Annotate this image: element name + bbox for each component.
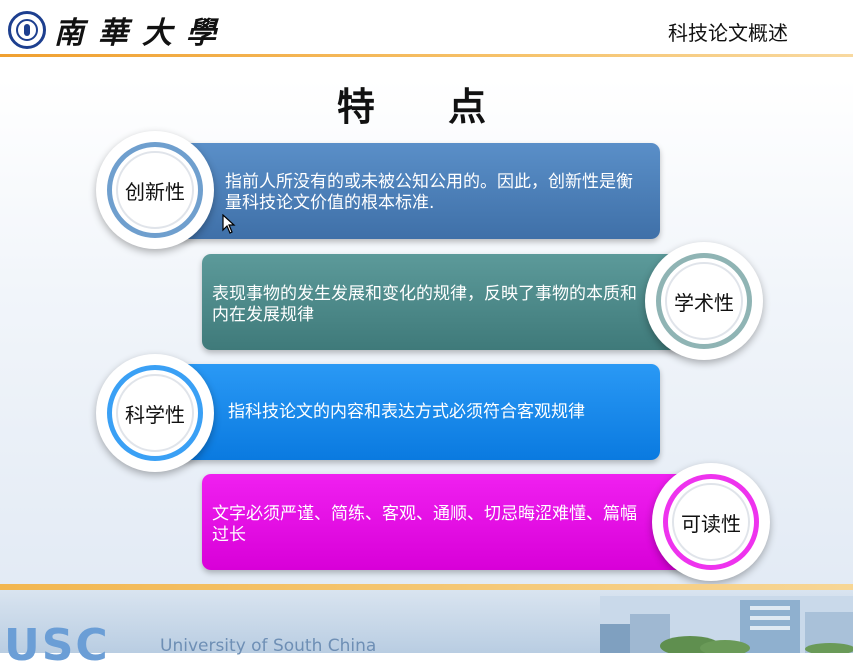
- feature-circle-innovation: 创新性: [96, 131, 214, 249]
- feature-description-innovation: 指前人所没有的或未被公知公用的。因此，创新性是衡量科技论文价值的根本标准.: [225, 172, 633, 213]
- feature-label-innovation: 创新性: [125, 179, 185, 204]
- feature-description-academic: 表现事物的发生发展和变化的规律，反映了事物的本质和内在发展规律: [212, 284, 637, 325]
- course-title: 科技论文概述: [668, 21, 788, 45]
- campus-image: [600, 596, 853, 653]
- slide-title: 特 点: [336, 85, 517, 129]
- feature-circle-readability: 可读性: [652, 463, 770, 581]
- university-logo: 南華大學: [8, 8, 230, 52]
- feature-label-scientific: 科学性: [125, 402, 185, 427]
- school-name: 南華大學: [54, 16, 230, 51]
- usc-logo-text: USC: [4, 620, 110, 671]
- header-divider: [0, 54, 853, 57]
- feature-label-readability: 可读性: [681, 511, 741, 536]
- mouse-cursor-icon: [222, 214, 236, 234]
- university-english-name: University of South China: [160, 636, 377, 656]
- feature-circle-academic: 学术性: [645, 242, 763, 360]
- university-seal-icon: [8, 11, 46, 49]
- feature-label-academic: 学术性: [674, 290, 734, 315]
- feature-description-readability: 文字必须严谨、简练、客观、通顺、切忌晦涩难懂、篇幅过长: [212, 504, 637, 545]
- feature-circle-scientific: 科学性: [96, 354, 214, 472]
- feature-description-scientific: 指科技论文的内容和表达方式必须符合客观规律: [228, 402, 585, 422]
